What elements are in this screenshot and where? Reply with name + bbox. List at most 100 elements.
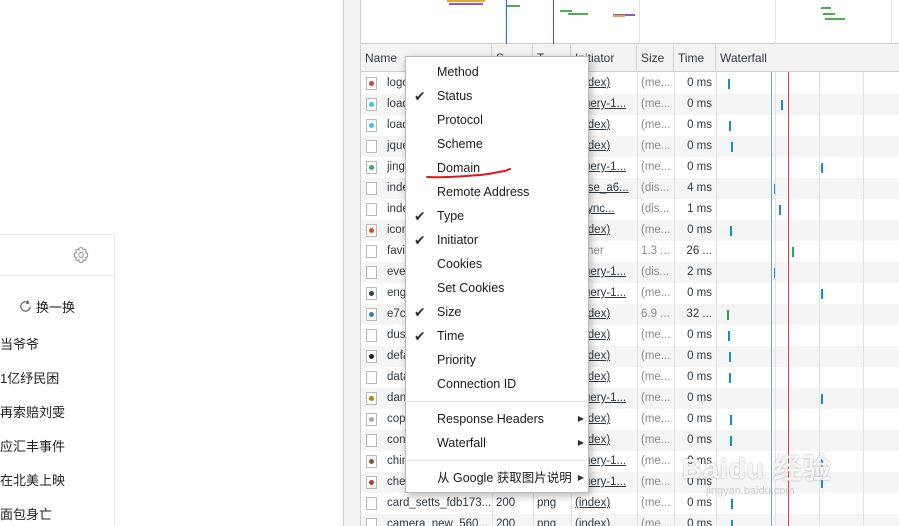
cell-size: (me...	[641, 497, 671, 509]
news-item[interactable]: 当爷爷	[0, 334, 39, 353]
cell-time: 0 ms	[687, 329, 712, 341]
web-page: 换一换 当爷爷 1亿纾民困 再索赔刘雯 应汇丰事件 在北美上映 面包身亡	[0, 0, 343, 526]
panel-divider	[0, 275, 114, 276]
cell-initiator[interactable]: (index)	[571, 514, 637, 526]
menu-item-label: Initiator	[437, 233, 478, 247]
news-item[interactable]: 面包身亡	[0, 504, 52, 523]
file-icon	[366, 266, 377, 279]
cell-size: (me...	[641, 392, 671, 404]
cell-time: 32 ...	[686, 308, 712, 320]
menu-item-connection-id[interactable]: Connection ID	[406, 372, 588, 396]
refresh-icon	[20, 300, 31, 312]
menu-item-protocol[interactable]: Protocol	[406, 108, 588, 132]
cell-initiator[interactable]: (index)	[571, 493, 637, 514]
overview-bar	[507, 5, 520, 7]
menu-item-label: Connection ID	[437, 377, 517, 391]
cell-time: 1 ms	[687, 203, 712, 215]
waterfall-bar	[821, 289, 824, 299]
waterfall-bar	[730, 520, 733, 526]
file-icon	[366, 476, 377, 489]
waterfall-bar	[821, 163, 824, 173]
menu-item-time[interactable]: ✔ Time	[406, 324, 588, 348]
cell-size: 6.9 ...	[641, 308, 670, 320]
cell-type: png	[537, 518, 557, 526]
cell-time: 0 ms	[687, 287, 712, 299]
file-icon	[366, 518, 377, 526]
gear-icon[interactable]	[72, 246, 90, 264]
file-icon	[366, 308, 377, 321]
menu-item-size[interactable]: ✔ Size	[406, 300, 588, 324]
checkmark-icon: ✔	[414, 232, 426, 248]
waterfall-bar	[728, 121, 731, 131]
menu-item-label: 从 Google 获取图片说明	[437, 471, 572, 485]
column-header-waterfall[interactable]: Waterfall	[716, 45, 899, 72]
cell-name: card_setts_fdb173...	[387, 497, 492, 509]
column-header-size[interactable]: Size	[637, 45, 674, 72]
cell-size: (me...	[641, 77, 671, 89]
cell-size: (me...	[641, 98, 671, 110]
menu-item-label: Scheme	[437, 137, 483, 151]
cell-status: 200	[496, 497, 516, 509]
menu-item-label: Priority	[437, 353, 476, 367]
waterfall-gridline	[863, 72, 864, 526]
menu-separator	[407, 460, 587, 461]
news-item[interactable]: 在北美上映	[0, 470, 65, 489]
submenu-arrow-icon: ▶	[577, 473, 584, 482]
column-divider	[674, 72, 675, 526]
file-icon	[366, 119, 377, 132]
menu-item-label: Set Cookies	[437, 281, 505, 295]
menu-item-waterfall[interactable]: Waterfall ▶	[406, 431, 588, 455]
cell-time: 0 ms	[687, 371, 712, 383]
file-icon	[366, 413, 377, 426]
watermark-logo: Baidu 经验 jingyan.baidu.com	[682, 447, 832, 497]
submenu-arrow-icon: ▶	[577, 438, 584, 447]
menu-item-set-cookies[interactable]: Set Cookies	[406, 276, 588, 300]
cell-time: 0 ms	[687, 350, 712, 362]
news-item[interactable]: 再索赔刘雯	[0, 402, 65, 421]
menu-item-label: Type	[437, 209, 465, 223]
cell-time: 0 ms	[687, 518, 712, 526]
file-icon	[366, 140, 377, 153]
menu-item-google-image-description[interactable]: 从 Google 获取图片说明 ▶	[406, 466, 588, 490]
cell-size: (me...	[641, 476, 671, 488]
cell-type: png	[537, 497, 557, 509]
menu-item-method[interactable]: Method	[406, 60, 588, 84]
file-icon	[366, 497, 377, 510]
overview-bar	[447, 0, 485, 2]
news-item[interactable]: 1亿纾民困	[0, 368, 59, 387]
waterfall-bar	[791, 247, 794, 257]
menu-item-priority[interactable]: Priority	[406, 348, 588, 372]
overview-tick	[775, 0, 776, 44]
cell-size: (me...	[641, 119, 671, 131]
overview-bar	[560, 10, 572, 12]
menu-item-scheme[interactable]: Scheme	[406, 132, 588, 156]
menu-item-type[interactable]: ✔ Type	[406, 204, 588, 228]
menu-item-response-headers[interactable]: Response Headers ▶	[406, 407, 588, 431]
cell-time: 0 ms	[687, 413, 712, 425]
waterfall-bar	[730, 499, 733, 509]
cell-size: (me...	[641, 350, 671, 362]
refresh-label: 换一换	[36, 300, 76, 315]
file-icon	[366, 287, 377, 300]
refresh-button[interactable]: 换一换	[18, 297, 75, 316]
cell-size: (dis...	[641, 182, 670, 194]
file-icon	[366, 455, 377, 468]
network-overview[interactable]	[360, 0, 899, 44]
menu-item-initiator[interactable]: ✔ Initiator	[406, 228, 588, 252]
news-item[interactable]: 应汇丰事件	[0, 436, 65, 455]
file-icon	[366, 203, 377, 216]
watermark-text: Baidu 经验	[682, 453, 832, 484]
overview-tick	[639, 0, 640, 44]
file-icon	[366, 224, 377, 237]
waterfall-bar	[730, 142, 733, 152]
menu-item-status[interactable]: ✔ Status	[406, 84, 588, 108]
menu-item-remote-address[interactable]: Remote Address	[406, 180, 588, 204]
column-context-menu: Method ✔ Status Protocol Scheme Domain Remote …	[405, 56, 589, 493]
menu-item-label: Remote Address	[437, 185, 530, 199]
menu-item-cookies[interactable]: Cookies	[406, 252, 588, 276]
submenu-arrow-icon: ▶	[577, 414, 584, 423]
overview-bar	[821, 7, 831, 9]
file-icon	[366, 98, 377, 111]
column-header-time[interactable]: Time	[674, 45, 716, 72]
cell-time: 4 ms	[687, 182, 712, 194]
